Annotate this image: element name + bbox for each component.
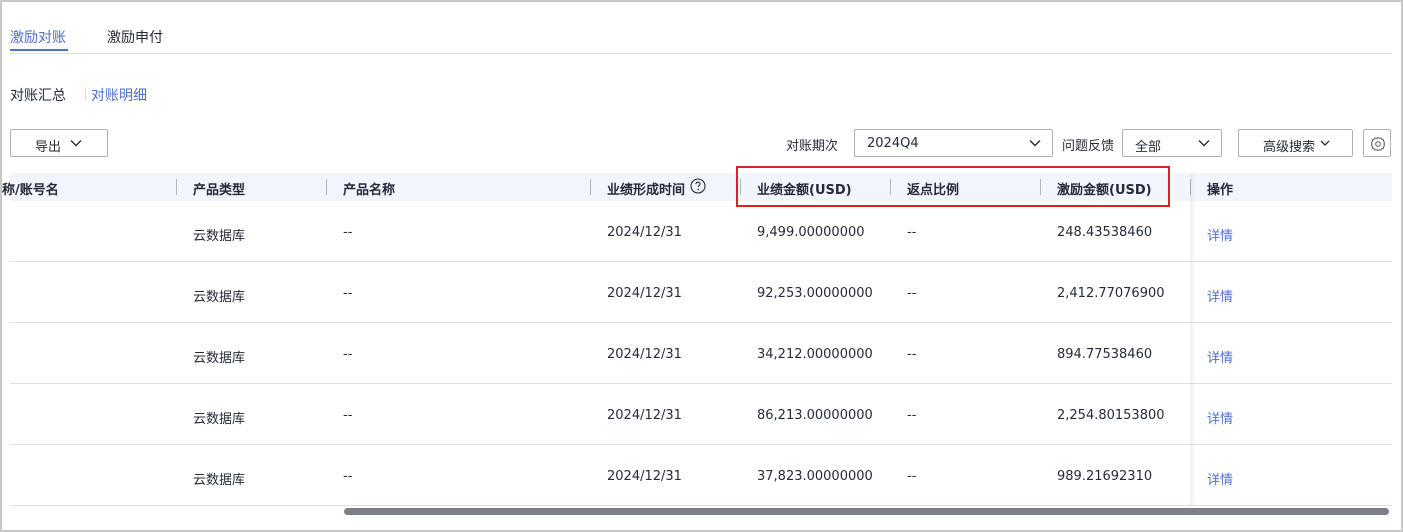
cell-performance-time: 2024/12/31 <box>607 286 682 301</box>
export-button[interactable]: 导出 <box>10 129 108 157</box>
cell-performance-time: 2024/12/31 <box>607 347 682 362</box>
cell-performance-time: 2024/12/31 <box>607 408 682 423</box>
period-select-value: 2024Q4 <box>867 136 919 151</box>
tab-incentive-payment[interactable]: 激励申付 <box>107 27 163 47</box>
details-link[interactable]: 详情 <box>1207 408 1233 427</box>
cell-incentive-amount: 894.77538460 <box>1057 347 1153 362</box>
subtab-reconciliation-summary[interactable]: 对账汇总 <box>10 85 66 105</box>
issue-feedback-value: 全部 <box>1135 140 1162 155</box>
cell-product-type: 云数据库 <box>193 351 246 366</box>
period-label: 对账期次 <box>786 139 839 154</box>
cell-rebate-ratio: -- <box>907 408 917 423</box>
cell-performance-amount: 86,213.00000000 <box>757 408 873 423</box>
cell-performance-time: 2024/12/31 <box>607 225 682 240</box>
cell-performance-amount: 9,499.00000000 <box>757 225 865 240</box>
fixed-column-shadow <box>1190 173 1196 506</box>
cell-product-name: -- <box>343 286 353 301</box>
highlight-annotation-box <box>736 166 1170 207</box>
chevron-down-icon <box>69 136 83 154</box>
cell-performance-time: 2024/12/31 <box>607 469 682 484</box>
column-divider[interactable] <box>590 179 591 195</box>
details-link[interactable]: 详情 <box>1207 286 1233 305</box>
cell-product-name: -- <box>343 408 353 423</box>
table-row: 云数据库 -- 2024/12/31 34,212.00000000 -- 89… <box>10 323 1392 384</box>
details-link[interactable]: 详情 <box>1207 225 1233 244</box>
cell-performance-amount: 34,212.00000000 <box>757 347 873 362</box>
cell-product-type: 云数据库 <box>193 290 246 305</box>
advanced-search-label: 高级搜索 <box>1263 140 1316 155</box>
main-tabs: 激励对账 激励申付 <box>10 24 1392 54</box>
horizontal-scrollbar-thumb[interactable] <box>344 508 1389 515</box>
details-link[interactable]: 详情 <box>1207 469 1233 488</box>
cell-product-name: -- <box>343 225 353 240</box>
table-row: 云数据库 -- 2024/12/31 37,823.00000000 -- 98… <box>10 445 1392 506</box>
chevron-down-icon <box>1319 137 1331 153</box>
cell-incentive-amount: 989.21692310 <box>1057 469 1153 484</box>
cell-rebate-ratio: -- <box>907 225 917 240</box>
cell-product-type: 云数据库 <box>193 412 246 427</box>
subtab-divider <box>85 87 86 101</box>
cell-incentive-amount: 248.43538460 <box>1057 225 1153 240</box>
column-header-product-name: 产品名称 <box>343 183 396 198</box>
advanced-search-button[interactable]: 高级搜索 <box>1238 129 1353 157</box>
chevron-down-icon <box>1197 136 1211 154</box>
issue-feedback-label: 问题反馈 <box>1062 139 1115 154</box>
horizontal-scrollbar[interactable] <box>10 507 1392 515</box>
table-settings-button[interactable] <box>1363 129 1391 157</box>
column-header-performance-time: 业绩形成时间 <box>607 183 686 198</box>
help-icon[interactable] <box>690 178 706 194</box>
details-link[interactable]: 详情 <box>1207 347 1233 366</box>
cell-product-name: -- <box>343 469 353 484</box>
column-header-actions: 操作 <box>1207 183 1234 198</box>
cell-product-type: 云数据库 <box>193 229 246 244</box>
tab-incentive-reconciliation[interactable]: 激励对账 <box>10 27 66 47</box>
cell-product-type: 云数据库 <box>193 473 246 488</box>
column-header-product-type: 产品类型 <box>193 183 246 198</box>
cell-rebate-ratio: -- <box>907 469 917 484</box>
cell-performance-amount: 37,823.00000000 <box>757 469 873 484</box>
table-header: 称/账号名 产品类型 产品名称 业绩形成时间 业绩金额(USD) 返点比例 激励… <box>2 173 1392 201</box>
cell-rebate-ratio: -- <box>907 347 917 362</box>
table-row: 云数据库 -- 2024/12/31 86,213.00000000 -- 2,… <box>10 384 1392 445</box>
cell-performance-amount: 92,253.00000000 <box>757 286 873 301</box>
cell-incentive-amount: 2,412.77076900 <box>1057 286 1165 301</box>
period-select[interactable]: 2024Q4 <box>854 129 1053 157</box>
table-row: 云数据库 -- 2024/12/31 9,499.00000000 -- 248… <box>10 201 1392 262</box>
cell-product-name: -- <box>343 347 353 362</box>
cell-incentive-amount: 2,254.80153800 <box>1057 408 1165 423</box>
column-header-account-name: 称/账号名 <box>2 183 59 198</box>
column-divider[interactable] <box>326 179 327 195</box>
page-frame: 激励对账 激励申付 对账汇总 对账明细 导出 对账期次 2024Q4 问题反馈 … <box>0 0 1403 532</box>
table-row: 云数据库 -- 2024/12/31 92,253.00000000 -- 2,… <box>10 262 1392 323</box>
column-divider[interactable] <box>176 179 177 195</box>
issue-feedback-select[interactable]: 全部 <box>1122 129 1222 157</box>
active-tab-indicator <box>10 49 68 51</box>
cell-rebate-ratio: -- <box>907 286 917 301</box>
export-button-label: 导出 <box>35 140 62 155</box>
chevron-down-icon <box>1028 136 1042 154</box>
subtab-reconciliation-detail[interactable]: 对账明细 <box>91 85 147 105</box>
gear-icon <box>1370 136 1386 152</box>
